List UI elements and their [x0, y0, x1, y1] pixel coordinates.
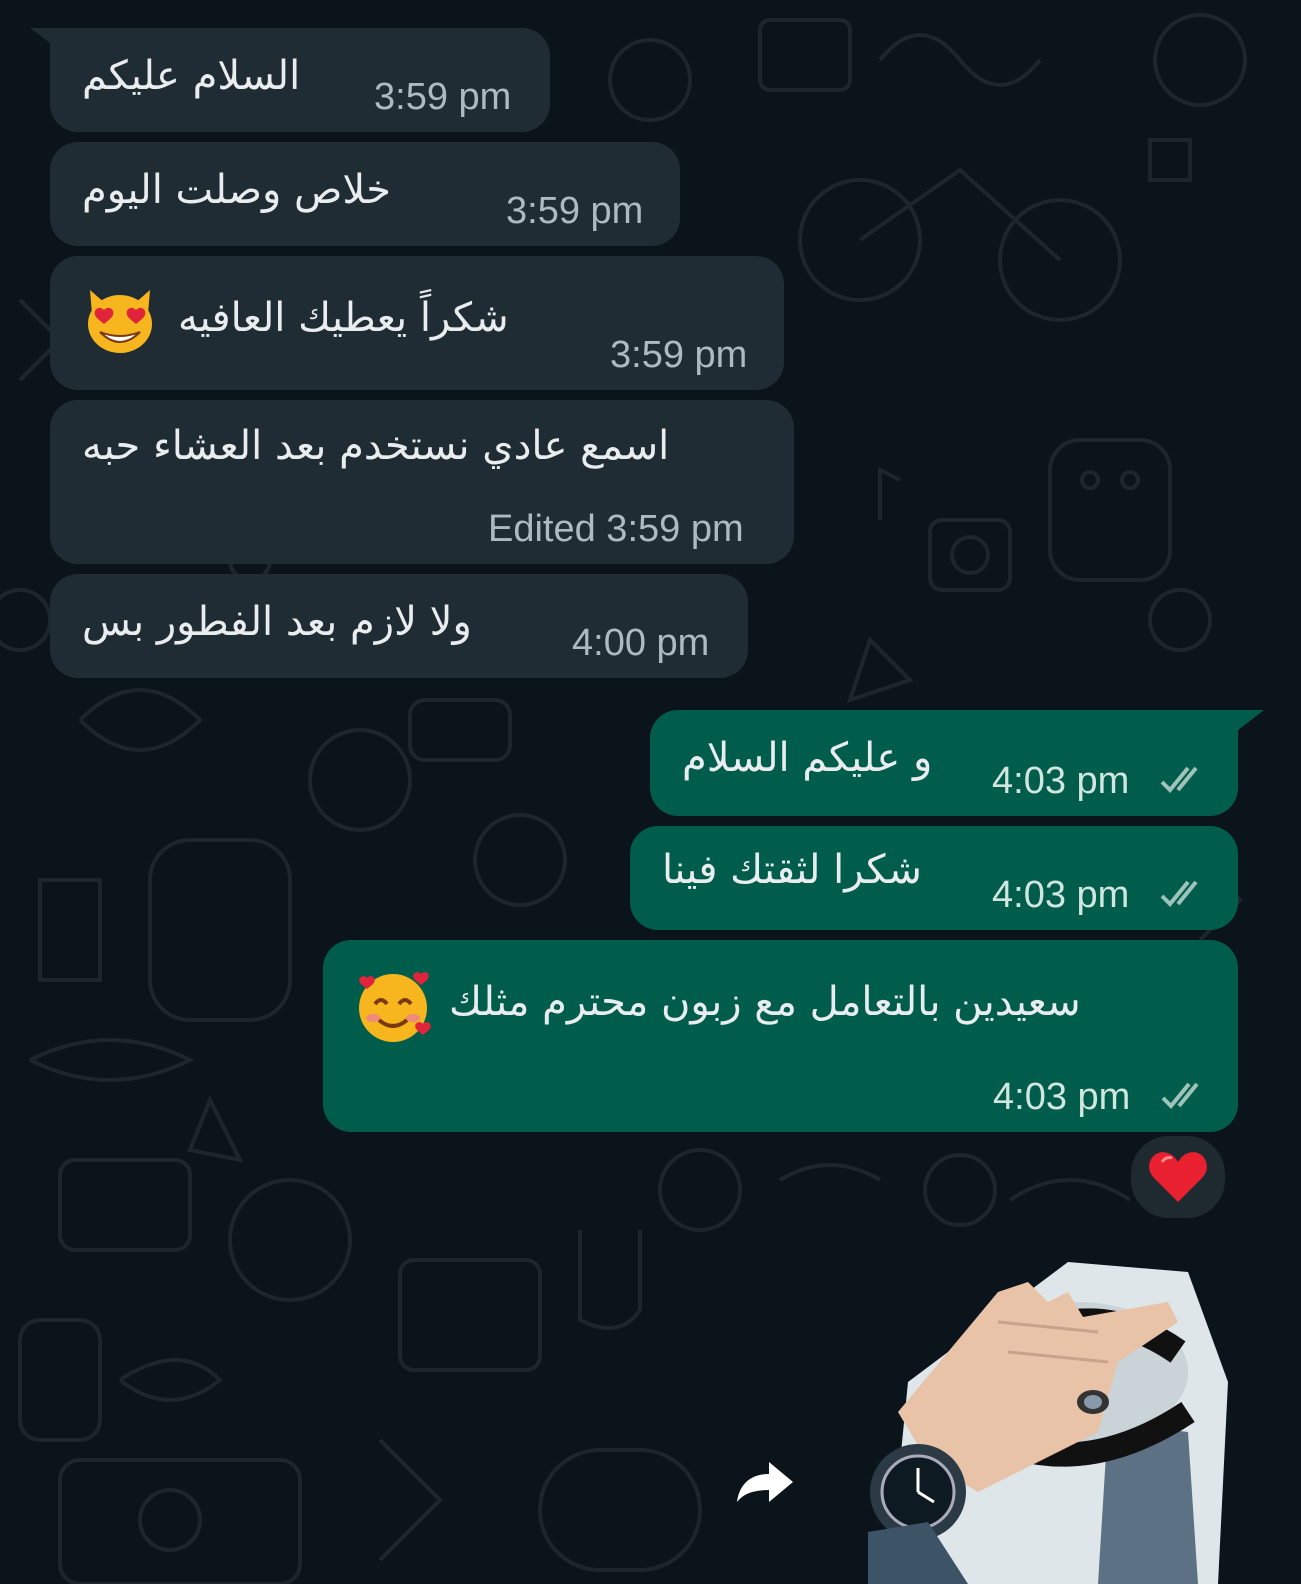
bubble-tail — [30, 28, 70, 58]
message-time: 3:59 pm — [610, 334, 748, 376]
read-double-check-icon — [1160, 880, 1198, 907]
message-time: 3:59 pm — [506, 190, 644, 232]
message-time: 4:00 pm — [572, 622, 710, 664]
incoming-message[interactable]: اسمع عادي نستخدم بعد العشاء حبه Edited 3… — [50, 400, 794, 564]
message-text: اسمع عادي نستخدم بعد العشاء حبه — [82, 423, 670, 469]
message-text: السلام عليكم — [82, 53, 301, 99]
message-text: شكراً يعطيك العافيه — [178, 295, 509, 341]
message-time: 4:03 pm — [992, 760, 1130, 802]
message-time: 4:03 pm — [992, 874, 1130, 916]
message-time: 4:03 pm — [993, 1076, 1131, 1118]
bubble-tail — [1220, 710, 1264, 744]
smiling-face-with-hearts-emoji — [359, 972, 431, 1042]
message-text: و عليكم السلام — [682, 735, 933, 781]
heart-eyes-cat-emoji — [88, 290, 152, 353]
message-text: خلاص وصلت اليوم — [82, 167, 391, 213]
person-photo — [868, 1262, 1301, 1584]
red-heart-icon — [1149, 1152, 1207, 1202]
message-reaction[interactable] — [1128, 1133, 1228, 1221]
message-time: Edited 3:59 pm — [488, 508, 744, 550]
message-text: ولا لازم بعد الفطور بس — [82, 599, 472, 645]
outgoing-message[interactable]: سعيدين بالتعامل مع زبون محترم مثلك 4:03 … — [323, 940, 1238, 1132]
message-text: سعيدين بالتعامل مع زبون محترم مثلك — [449, 979, 1081, 1025]
forward-icon[interactable] — [735, 1460, 795, 1504]
incoming-message[interactable]: شكراً يعطيك العافيه 3:59 pm — [50, 256, 784, 390]
outgoing-message[interactable]: و عليكم السلام 4:03 pm — [650, 710, 1238, 816]
outgoing-message[interactable]: شكرا لثقتك فينا 4:03 pm — [630, 826, 1238, 930]
image-message-thumbnail[interactable] — [868, 1262, 1301, 1584]
incoming-message[interactable]: خلاص وصلت اليوم 3:59 pm — [50, 142, 680, 246]
incoming-message[interactable]: ولا لازم بعد الفطور بس 4:00 pm — [50, 574, 748, 678]
read-double-check-icon — [1161, 1082, 1199, 1109]
read-double-check-icon — [1160, 766, 1198, 793]
message-text: شكرا لثقتك فينا — [662, 847, 922, 893]
message-time: 3:59 pm — [374, 76, 512, 118]
incoming-message[interactable]: السلام عليكم 3:59 pm — [50, 28, 550, 132]
